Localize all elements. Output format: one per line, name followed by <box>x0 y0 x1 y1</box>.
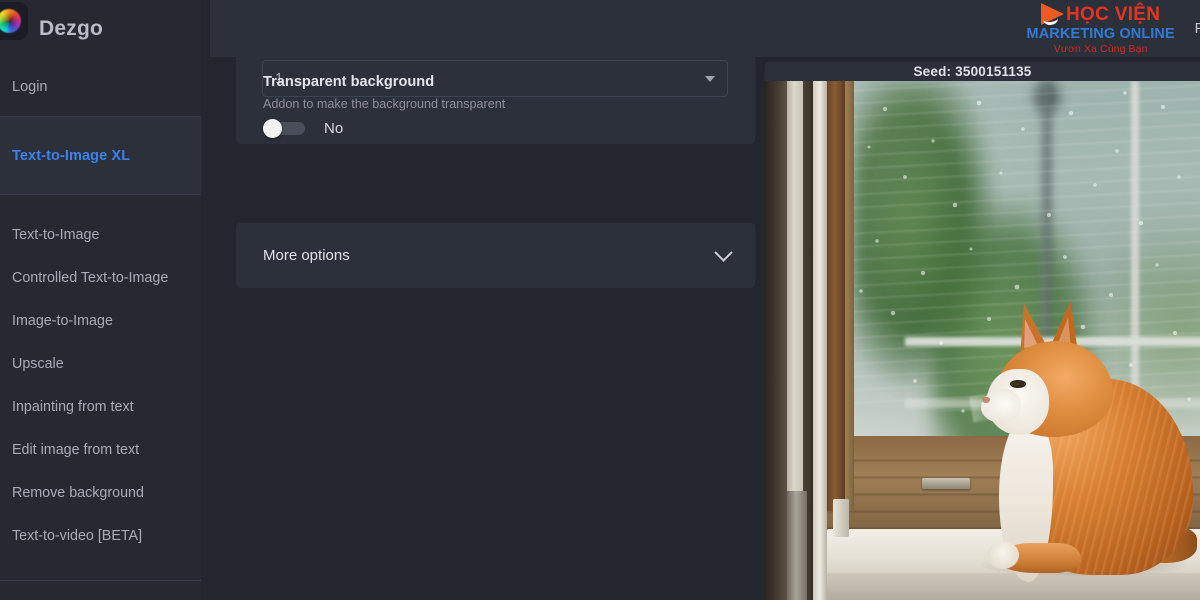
partner-brand-logo: HỌC VIỆN MARKETING ONLINE Vươn Xa Cùng B… <box>1025 0 1177 57</box>
toggle-state-label: No <box>324 119 344 137</box>
sidebar-divider-3 <box>0 580 201 581</box>
seed-label: Seed: 3500151135 <box>913 64 1032 79</box>
sidebar-item-label: Edit image from text <box>12 441 140 458</box>
sidebar-item-controlled-text-to-image[interactable]: Controlled Text-to-Image <box>0 256 201 299</box>
options-card: 1 Transparent background Addon to make t… <box>236 9 755 144</box>
caret-down-icon <box>705 75 715 82</box>
seed-bar: Seed: 3500151135 <box>765 62 1200 81</box>
app-root: Dezgo Login Text-to-Image XL Text-to-Ima… <box>0 0 1200 600</box>
more-options-accordion[interactable]: More options <box>236 223 755 288</box>
language-selector[interactable]: FR <box>1195 21 1200 37</box>
sidebar-item-inpainting-from-text[interactable]: Inpainting from text <box>0 385 201 428</box>
sidebar-item-label: Text-to-Image XL <box>12 147 131 164</box>
brand-logo-row-1: HỌC VIỆN <box>1041 2 1161 26</box>
transparent-background-title: Transparent background <box>263 74 435 90</box>
window-frame-wood <box>827 81 845 511</box>
transparent-background-subtitle: Addon to make the background transparent <box>263 97 506 111</box>
sidebar-nav-list: Text-to-Image Controlled Text-to-Image I… <box>0 213 201 557</box>
more-options-label: More options <box>263 247 350 264</box>
sidebar-item-text-to-image-xl[interactable]: Text-to-Image XL <box>0 117 201 194</box>
header-right: HỌC VIỆN MARKETING ONLINE Vươn Xa Cùng B… <box>1025 0 1200 57</box>
chevron-down-icon <box>714 243 733 262</box>
sidebar-item-edit-image-from-text[interactable]: Edit image from text <box>0 428 201 471</box>
sidebar-item-upscale[interactable]: Upscale <box>0 342 201 385</box>
brand-logo-line-2: MARKETING ONLINE <box>1026 26 1175 42</box>
sidebar-item-label: Upscale <box>12 355 64 372</box>
play-triangle-icon <box>1041 2 1065 26</box>
toggle-knob <box>263 119 282 138</box>
sidebar-item-label: Text-to-video [BETA] <box>12 527 143 544</box>
sidebar: Dezgo Login Text-to-Image XL Text-to-Ima… <box>0 0 201 600</box>
sidebar-item-label: Text-to-Image <box>12 226 100 243</box>
generated-image-scene <box>765 81 1200 600</box>
cat-subject <box>969 297 1200 587</box>
sidebar-item-label: Login <box>12 78 48 95</box>
transparent-background-toggle-row[interactable]: No <box>263 119 344 138</box>
result-image-panel: Seed: 3500151135 <box>765 62 1200 600</box>
transparent-background-toggle[interactable] <box>263 119 307 138</box>
brand-logo-line-3: Vươn Xa Cùng Bạn <box>1053 42 1148 55</box>
window-hinge <box>833 499 849 537</box>
sidebar-item-login[interactable]: Login <box>0 57 201 116</box>
door-edge <box>787 491 807 600</box>
sidebar-item-image-to-image[interactable]: Image-to-Image <box>0 299 201 342</box>
sidebar-item-label: Controlled Text-to-Image <box>12 269 169 286</box>
generated-image[interactable] <box>765 81 1200 600</box>
brand-name: Dezgo <box>39 16 103 40</box>
wall-edge <box>765 81 787 600</box>
sidebar-item-label: Image-to-Image <box>12 312 113 329</box>
window-latch <box>922 478 970 489</box>
sidebar-item-label: Inpainting from text <box>12 398 134 415</box>
sidebar-item-label: Remove background <box>12 484 144 501</box>
sidebar-brand[interactable]: Dezgo <box>0 0 201 57</box>
dezgo-orb-icon <box>0 2 28 40</box>
brand-logo-line-1: HỌC VIỆN <box>1066 3 1161 25</box>
sidebar-item-text-to-video[interactable]: Text-to-video [BETA] <box>0 514 201 557</box>
options-form-panel: 1 Transparent background Addon to make t… <box>210 9 765 600</box>
sidebar-item-remove-background[interactable]: Remove background <box>0 471 201 514</box>
sidebar-item-text-to-image[interactable]: Text-to-Image <box>0 213 201 256</box>
